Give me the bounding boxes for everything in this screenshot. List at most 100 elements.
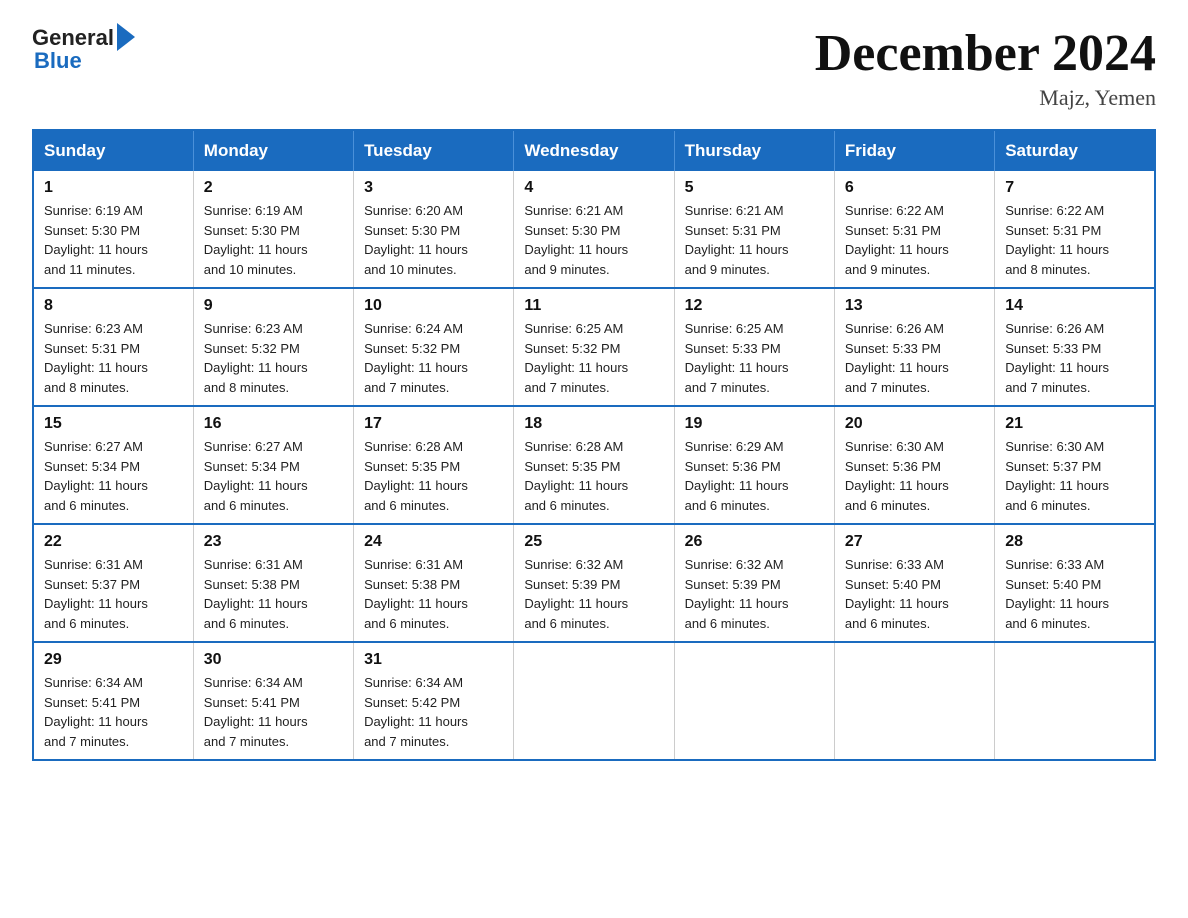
month-title: December 2024 xyxy=(815,24,1156,83)
day-info: Sunrise: 6:32 AM Sunset: 5:39 PM Dayligh… xyxy=(524,555,663,633)
table-row: 26 Sunrise: 6:32 AM Sunset: 5:39 PM Dayl… xyxy=(674,524,834,642)
table-row: 2 Sunrise: 6:19 AM Sunset: 5:30 PM Dayli… xyxy=(193,171,353,288)
day-info: Sunrise: 6:31 AM Sunset: 5:38 PM Dayligh… xyxy=(204,555,343,633)
day-info: Sunrise: 6:34 AM Sunset: 5:42 PM Dayligh… xyxy=(364,673,503,751)
header: General Blue December 2024 Majz, Yemen xyxy=(32,24,1156,111)
day-number: 19 xyxy=(685,415,824,433)
day-number: 17 xyxy=(364,415,503,433)
day-number: 28 xyxy=(1005,533,1144,551)
table-row: 15 Sunrise: 6:27 AM Sunset: 5:34 PM Dayl… xyxy=(33,406,193,524)
table-row: 30 Sunrise: 6:34 AM Sunset: 5:41 PM Dayl… xyxy=(193,642,353,760)
day-info: Sunrise: 6:27 AM Sunset: 5:34 PM Dayligh… xyxy=(204,437,343,515)
table-row: 5 Sunrise: 6:21 AM Sunset: 5:31 PM Dayli… xyxy=(674,171,834,288)
calendar-table: Sunday Monday Tuesday Wednesday Thursday… xyxy=(32,129,1156,761)
col-friday: Friday xyxy=(834,130,994,171)
day-info: Sunrise: 6:19 AM Sunset: 5:30 PM Dayligh… xyxy=(44,201,183,279)
col-sunday: Sunday xyxy=(33,130,193,171)
logo-arrow-icon xyxy=(117,23,135,51)
table-row: 6 Sunrise: 6:22 AM Sunset: 5:31 PM Dayli… xyxy=(834,171,994,288)
table-row xyxy=(514,642,674,760)
table-row xyxy=(995,642,1155,760)
day-number: 31 xyxy=(364,651,503,669)
table-row xyxy=(834,642,994,760)
day-info: Sunrise: 6:25 AM Sunset: 5:32 PM Dayligh… xyxy=(524,319,663,397)
day-number: 13 xyxy=(845,297,984,315)
table-row: 24 Sunrise: 6:31 AM Sunset: 5:38 PM Dayl… xyxy=(354,524,514,642)
table-row: 12 Sunrise: 6:25 AM Sunset: 5:33 PM Dayl… xyxy=(674,288,834,406)
col-thursday: Thursday xyxy=(674,130,834,171)
table-row: 18 Sunrise: 6:28 AM Sunset: 5:35 PM Dayl… xyxy=(514,406,674,524)
day-number: 14 xyxy=(1005,297,1144,315)
day-info: Sunrise: 6:21 AM Sunset: 5:31 PM Dayligh… xyxy=(685,201,824,279)
day-info: Sunrise: 6:33 AM Sunset: 5:40 PM Dayligh… xyxy=(845,555,984,633)
table-row: 25 Sunrise: 6:32 AM Sunset: 5:39 PM Dayl… xyxy=(514,524,674,642)
title-area: December 2024 Majz, Yemen xyxy=(815,24,1156,111)
table-row: 23 Sunrise: 6:31 AM Sunset: 5:38 PM Dayl… xyxy=(193,524,353,642)
day-number: 29 xyxy=(44,651,183,669)
day-number: 1 xyxy=(44,179,183,197)
day-info: Sunrise: 6:33 AM Sunset: 5:40 PM Dayligh… xyxy=(1005,555,1144,633)
day-number: 21 xyxy=(1005,415,1144,433)
calendar-header-row: Sunday Monday Tuesday Wednesday Thursday… xyxy=(33,130,1155,171)
col-tuesday: Tuesday xyxy=(354,130,514,171)
table-row: 27 Sunrise: 6:33 AM Sunset: 5:40 PM Dayl… xyxy=(834,524,994,642)
table-row: 21 Sunrise: 6:30 AM Sunset: 5:37 PM Dayl… xyxy=(995,406,1155,524)
day-number: 20 xyxy=(845,415,984,433)
day-info: Sunrise: 6:22 AM Sunset: 5:31 PM Dayligh… xyxy=(845,201,984,279)
day-info: Sunrise: 6:28 AM Sunset: 5:35 PM Dayligh… xyxy=(524,437,663,515)
calendar-week-row: 1 Sunrise: 6:19 AM Sunset: 5:30 PM Dayli… xyxy=(33,171,1155,288)
table-row: 22 Sunrise: 6:31 AM Sunset: 5:37 PM Dayl… xyxy=(33,524,193,642)
location-title: Majz, Yemen xyxy=(815,85,1156,111)
day-info: Sunrise: 6:26 AM Sunset: 5:33 PM Dayligh… xyxy=(1005,319,1144,397)
day-number: 26 xyxy=(685,533,824,551)
day-number: 30 xyxy=(204,651,343,669)
table-row: 17 Sunrise: 6:28 AM Sunset: 5:35 PM Dayl… xyxy=(354,406,514,524)
day-number: 27 xyxy=(845,533,984,551)
table-row: 29 Sunrise: 6:34 AM Sunset: 5:41 PM Dayl… xyxy=(33,642,193,760)
calendar-week-row: 22 Sunrise: 6:31 AM Sunset: 5:37 PM Dayl… xyxy=(33,524,1155,642)
day-info: Sunrise: 6:30 AM Sunset: 5:36 PM Dayligh… xyxy=(845,437,984,515)
day-info: Sunrise: 6:19 AM Sunset: 5:30 PM Dayligh… xyxy=(204,201,343,279)
day-info: Sunrise: 6:32 AM Sunset: 5:39 PM Dayligh… xyxy=(685,555,824,633)
day-number: 24 xyxy=(364,533,503,551)
day-info: Sunrise: 6:30 AM Sunset: 5:37 PM Dayligh… xyxy=(1005,437,1144,515)
col-wednesday: Wednesday xyxy=(514,130,674,171)
table-row: 8 Sunrise: 6:23 AM Sunset: 5:31 PM Dayli… xyxy=(33,288,193,406)
day-info: Sunrise: 6:26 AM Sunset: 5:33 PM Dayligh… xyxy=(845,319,984,397)
table-row: 16 Sunrise: 6:27 AM Sunset: 5:34 PM Dayl… xyxy=(193,406,353,524)
day-info: Sunrise: 6:31 AM Sunset: 5:38 PM Dayligh… xyxy=(364,555,503,633)
day-number: 15 xyxy=(44,415,183,433)
day-info: Sunrise: 6:25 AM Sunset: 5:33 PM Dayligh… xyxy=(685,319,824,397)
day-number: 18 xyxy=(524,415,663,433)
table-row: 14 Sunrise: 6:26 AM Sunset: 5:33 PM Dayl… xyxy=(995,288,1155,406)
day-number: 22 xyxy=(44,533,183,551)
table-row: 9 Sunrise: 6:23 AM Sunset: 5:32 PM Dayli… xyxy=(193,288,353,406)
day-info: Sunrise: 6:23 AM Sunset: 5:31 PM Dayligh… xyxy=(44,319,183,397)
table-row: 19 Sunrise: 6:29 AM Sunset: 5:36 PM Dayl… xyxy=(674,406,834,524)
day-number: 16 xyxy=(204,415,343,433)
day-number: 3 xyxy=(364,179,503,197)
table-row: 3 Sunrise: 6:20 AM Sunset: 5:30 PM Dayli… xyxy=(354,171,514,288)
day-number: 6 xyxy=(845,179,984,197)
table-row xyxy=(674,642,834,760)
col-saturday: Saturday xyxy=(995,130,1155,171)
day-info: Sunrise: 6:23 AM Sunset: 5:32 PM Dayligh… xyxy=(204,319,343,397)
day-info: Sunrise: 6:22 AM Sunset: 5:31 PM Dayligh… xyxy=(1005,201,1144,279)
table-row: 20 Sunrise: 6:30 AM Sunset: 5:36 PM Dayl… xyxy=(834,406,994,524)
calendar-week-row: 8 Sunrise: 6:23 AM Sunset: 5:31 PM Dayli… xyxy=(33,288,1155,406)
day-number: 7 xyxy=(1005,179,1144,197)
day-number: 23 xyxy=(204,533,343,551)
day-info: Sunrise: 6:27 AM Sunset: 5:34 PM Dayligh… xyxy=(44,437,183,515)
day-number: 25 xyxy=(524,533,663,551)
table-row: 7 Sunrise: 6:22 AM Sunset: 5:31 PM Dayli… xyxy=(995,171,1155,288)
day-number: 5 xyxy=(685,179,824,197)
day-number: 12 xyxy=(685,297,824,315)
day-info: Sunrise: 6:31 AM Sunset: 5:37 PM Dayligh… xyxy=(44,555,183,633)
table-row: 28 Sunrise: 6:33 AM Sunset: 5:40 PM Dayl… xyxy=(995,524,1155,642)
calendar-week-row: 15 Sunrise: 6:27 AM Sunset: 5:34 PM Dayl… xyxy=(33,406,1155,524)
day-info: Sunrise: 6:34 AM Sunset: 5:41 PM Dayligh… xyxy=(204,673,343,751)
table-row: 11 Sunrise: 6:25 AM Sunset: 5:32 PM Dayl… xyxy=(514,288,674,406)
day-number: 10 xyxy=(364,297,503,315)
day-info: Sunrise: 6:34 AM Sunset: 5:41 PM Dayligh… xyxy=(44,673,183,751)
table-row: 10 Sunrise: 6:24 AM Sunset: 5:32 PM Dayl… xyxy=(354,288,514,406)
